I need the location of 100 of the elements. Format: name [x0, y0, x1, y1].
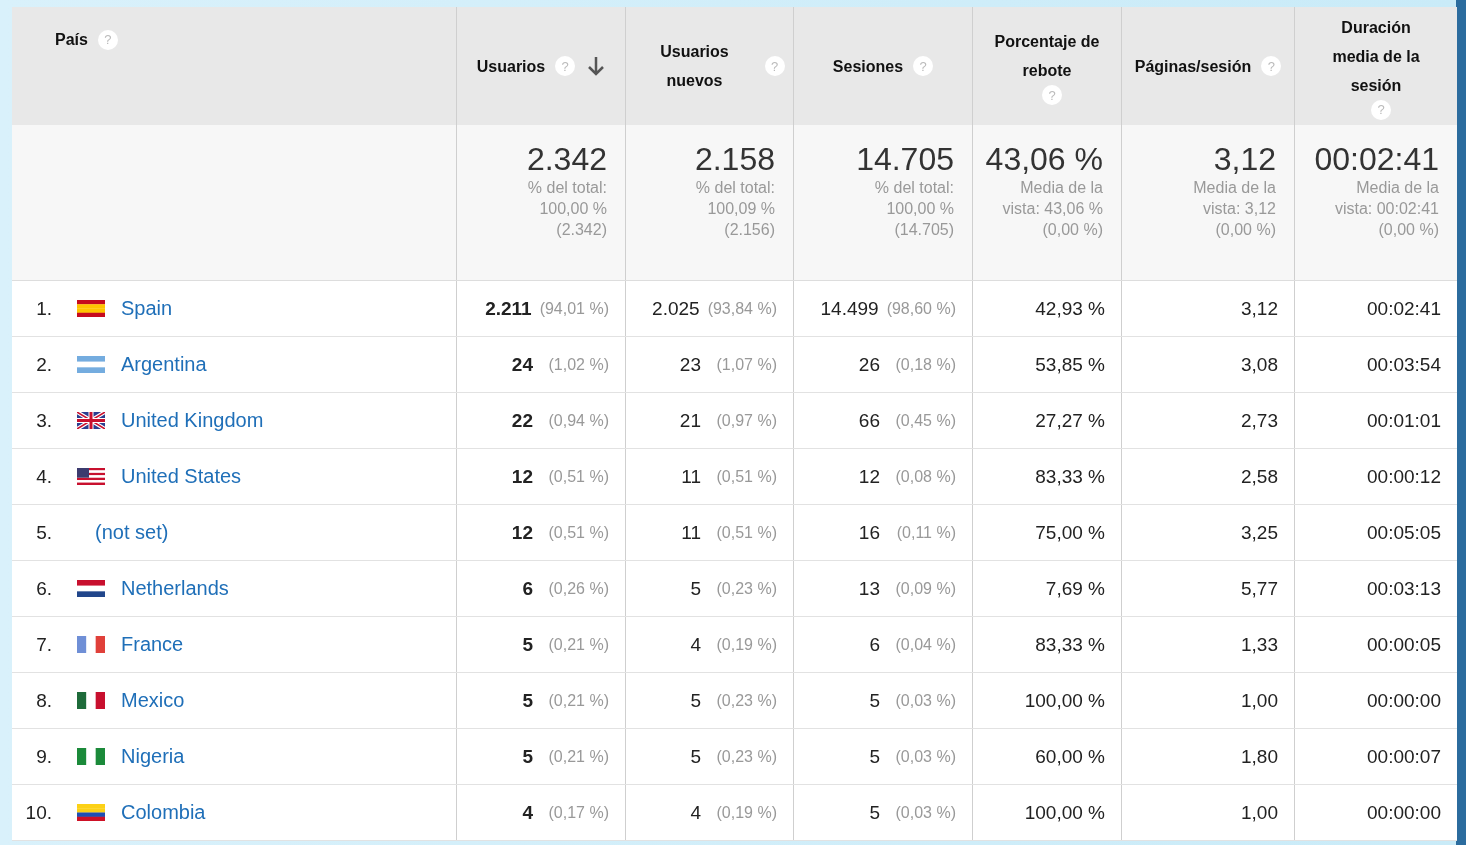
total-note: % del total: 100,09 % (2.156) [695, 178, 775, 240]
metric-value: 100,00 % [1024, 689, 1105, 712]
metric-value: 21 [679, 409, 701, 432]
share-percent: (0,11 %) [895, 523, 956, 542]
share-percent: (0,97 %) [715, 411, 777, 430]
total-note: Media de la vista: 43,06 % (0,00 %) [1002, 178, 1103, 240]
metric-value: 42,93 % [1035, 297, 1105, 320]
total-note: Media de la vista: 00:02:41 (0,00 %) [1334, 178, 1439, 240]
metric-value: 53,85 % [1035, 353, 1105, 376]
total-value: 14.705 [856, 141, 954, 177]
column-header[interactable]: Páginas/sesión [1134, 51, 1252, 81]
share-percent: (0,03 %) [894, 691, 956, 710]
country-link[interactable]: United States [121, 465, 242, 488]
country-link[interactable]: Nigeria [121, 745, 185, 768]
share-percent: (0,18 %) [894, 355, 956, 374]
metric-value: 11 [681, 465, 701, 488]
arrow-down-icon[interactable] [587, 56, 606, 76]
metric-value: 00:00:07 [1367, 745, 1441, 768]
metric-value: 4 [690, 801, 701, 824]
row-number: 6. [35, 577, 52, 600]
metric-value: 00:03:54 [1367, 353, 1441, 376]
metric-value: 5 [690, 577, 701, 600]
share-percent: (94,01 %) [539, 299, 609, 318]
share-percent: (1,07 %) [715, 355, 777, 374]
metric-value: 1,33 [1241, 633, 1278, 656]
metric-value: 83,33 % [1035, 465, 1105, 488]
metric-value: 11 [681, 521, 701, 544]
column-header[interactable]: Duración media de la sesión [1316, 12, 1436, 100]
country-link[interactable]: Argentina [121, 353, 207, 376]
country-link[interactable]: Netherlands [121, 577, 229, 600]
metric-value: 00:00:12 [1367, 465, 1441, 488]
column-header[interactable]: Usuarios nuevos [634, 37, 755, 95]
share-percent: (0,21 %) [547, 747, 609, 766]
row-number: 3. [35, 409, 52, 432]
share-percent: (0,94 %) [547, 411, 609, 430]
metric-value: 22 [511, 409, 533, 432]
share-percent: (0,23 %) [715, 579, 777, 598]
metric-value: 5 [690, 745, 701, 768]
metric-value: 5 [869, 801, 880, 824]
metric-value: 5 [522, 689, 533, 712]
total-value: 43,06 % [985, 141, 1103, 177]
total-note: Media de la vista: 3,12 (0,00 %) [1193, 178, 1276, 240]
metric-value: 24 [511, 353, 533, 376]
row-number: 9. [35, 745, 52, 768]
metric-value: 6 [522, 577, 533, 600]
country-link[interactable]: United Kingdom [121, 409, 264, 432]
metric-value: 26 [858, 353, 880, 376]
total-value: 2.158 [694, 141, 775, 177]
column-header[interactable]: Sesiones [832, 51, 904, 81]
column-header[interactable]: País [55, 25, 88, 54]
metric-value: 1,00 [1241, 801, 1278, 824]
metric-value: 3,08 [1241, 353, 1278, 376]
share-percent: (0,21 %) [547, 635, 609, 654]
metric-value: 00:01:01 [1367, 409, 1441, 432]
total-value: 3,12 [1213, 141, 1276, 177]
metric-value: 5 [869, 689, 880, 712]
metric-value: 4 [690, 633, 701, 656]
share-percent: (93,84 %) [707, 299, 777, 318]
country-link[interactable]: Colombia [121, 801, 206, 824]
total-value: 00:02:41 [1314, 141, 1439, 177]
metric-value: 16 [858, 521, 880, 544]
country-link[interactable]: France [121, 633, 184, 656]
flag-icon [77, 412, 105, 429]
share-percent: (0,17 %) [547, 803, 609, 822]
total-value: 2.342 [526, 141, 607, 177]
share-percent: (0,03 %) [894, 747, 956, 766]
share-percent: (0,51 %) [547, 467, 609, 486]
metric-value: 12 [858, 465, 880, 488]
flag-icon [77, 356, 105, 373]
metric-value: 1,80 [1241, 745, 1278, 768]
share-percent: (0,23 %) [715, 691, 777, 710]
share-percent: (0,51 %) [715, 523, 777, 542]
flag-icon [77, 804, 105, 821]
share-percent: (1,02 %) [547, 355, 609, 374]
metric-value: 12 [511, 465, 533, 488]
metric-value: 2,58 [1241, 465, 1278, 488]
metric-value: 4 [522, 801, 533, 824]
metric-value: 60,00 % [1035, 745, 1105, 768]
row-number: 8. [35, 689, 52, 712]
country-link[interactable]: (not set) [95, 521, 169, 544]
metric-value: 100,00 % [1024, 801, 1105, 824]
metric-value: 00:00:00 [1367, 801, 1441, 824]
column-header[interactable]: Porcentaje de rebote [987, 27, 1107, 85]
metric-value: 6 [869, 633, 880, 656]
row-number: 5. [35, 521, 52, 544]
metric-value: 13 [858, 577, 880, 600]
column-header[interactable]: Usuarios [476, 51, 546, 81]
country-link[interactable]: Spain [121, 297, 173, 320]
metric-value: 2.025 [652, 297, 700, 320]
metric-value: 75,00 % [1035, 521, 1105, 544]
country-link[interactable]: Mexico [121, 689, 185, 712]
metric-value: 5 [869, 745, 880, 768]
flag-icon [77, 748, 105, 765]
metric-value: 27,27 % [1035, 409, 1105, 432]
row-number: 10. [24, 801, 52, 824]
share-percent: (0,21 %) [547, 691, 609, 710]
share-percent: (0,51 %) [715, 467, 777, 486]
share-percent: (0,19 %) [715, 635, 777, 654]
share-percent: (0,04 %) [894, 635, 956, 654]
flag-icon [77, 692, 105, 709]
